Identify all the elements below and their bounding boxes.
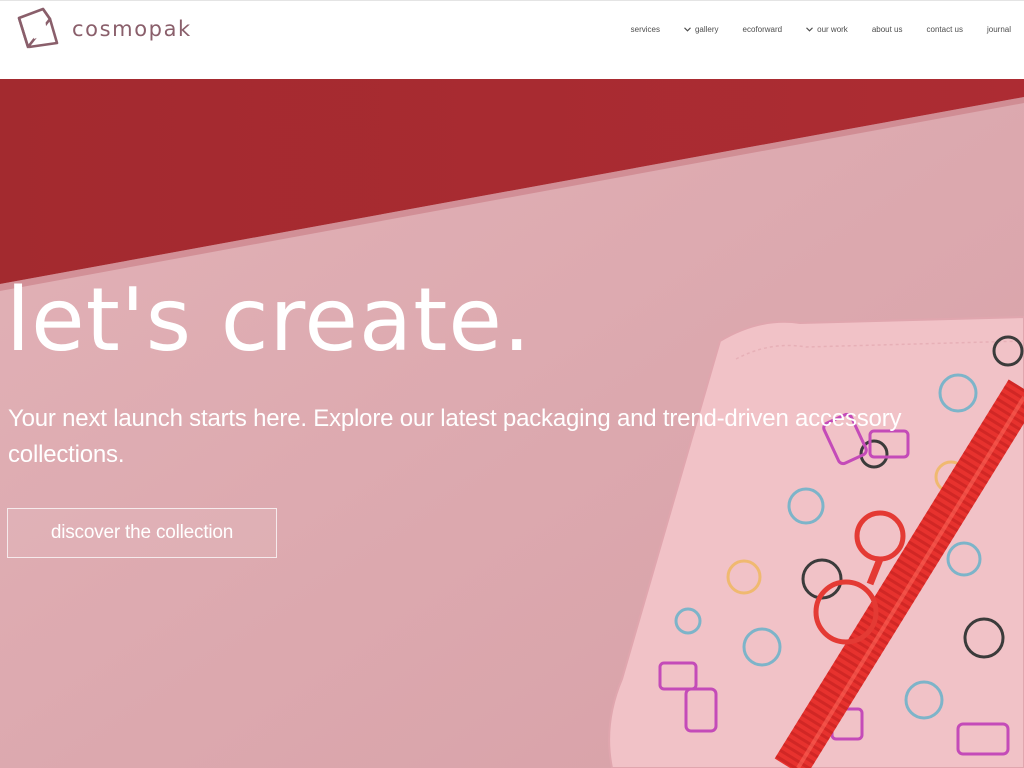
nav-item-label: gallery (694, 24, 719, 34)
nav-item-contact-us[interactable]: contact us (927, 25, 963, 34)
discover-collection-button[interactable]: discover the collection (7, 508, 277, 558)
cosmopak-logo-icon (17, 7, 59, 49)
nav-item-our-work[interactable]: our work (806, 25, 848, 34)
hero-title: let's create. (6, 269, 532, 371)
nav-item-about-us[interactable]: about us (872, 25, 903, 34)
nav-item-services[interactable]: services (631, 25, 660, 34)
site-header: cosmopak services gallery ecoforward our… (0, 0, 1024, 79)
main-navigation: services gallery ecoforward our work abo… (631, 21, 1011, 37)
nav-item-journal[interactable]: journal (987, 25, 1011, 34)
brand-name: cosmopak (72, 17, 192, 41)
nav-item-label: ecoforward (742, 24, 783, 34)
nav-item-ecoforward[interactable]: ecoforward (743, 25, 783, 34)
nav-item-label: contact us (926, 24, 963, 34)
brand-logo[interactable]: cosmopak (14, 5, 192, 53)
nav-item-gallery[interactable]: gallery (684, 25, 719, 34)
nav-item-label: our work (817, 24, 848, 34)
nav-item-label: about us (871, 24, 903, 34)
chevron-down-icon (684, 26, 691, 32)
chevron-down-icon (806, 26, 814, 32)
hero-subtitle: Your next launch starts here. Explore ou… (8, 405, 902, 468)
nav-item-label: services (630, 24, 660, 34)
hero-banner: let's create. Your next launch starts he… (0, 79, 1024, 768)
nav-item-label: journal (986, 24, 1011, 34)
